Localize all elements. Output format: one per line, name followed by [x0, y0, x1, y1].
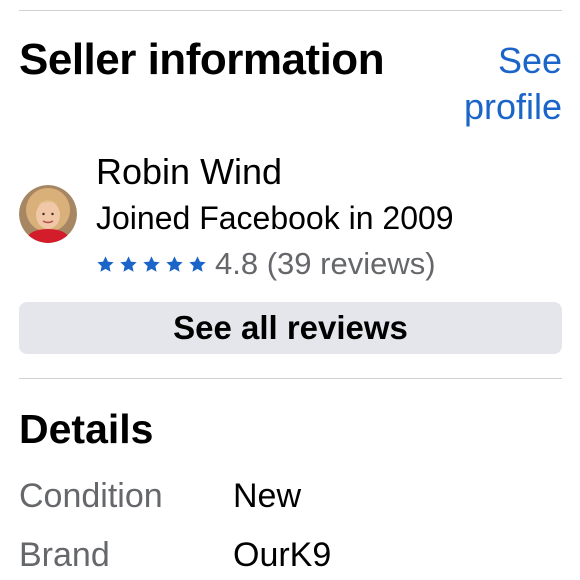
star-icon — [143, 255, 160, 272]
avatar-photo — [19, 185, 77, 243]
detail-value: New — [233, 477, 302, 515]
rating-stars — [96, 255, 207, 274]
seller-info-heading: Seller information — [19, 35, 385, 84]
see-all-reviews-button[interactable]: See all reviews — [19, 302, 562, 354]
star-icon — [120, 255, 137, 272]
star-icon — [97, 255, 114, 272]
detail-label: Condition — [19, 477, 163, 515]
detail-value: OurK9 — [233, 536, 332, 574]
top-divider — [19, 10, 562, 11]
seller-rating[interactable]: 4.8 (39 reviews) — [96, 244, 436, 284]
section-divider — [19, 378, 562, 379]
detail-label: Brand — [19, 536, 110, 574]
rating-summary: 4.8 (39 reviews) — [215, 246, 436, 281]
avatar[interactable] — [19, 185, 77, 243]
see-profile-link[interactable]: See profile — [432, 38, 562, 130]
star-icon — [189, 255, 206, 272]
star-icon — [166, 255, 183, 272]
seller-name[interactable]: Robin Wind — [96, 150, 282, 194]
seller-joined-date: Joined Facebook in 2009 — [96, 200, 454, 236]
details-heading: Details — [19, 406, 154, 452]
